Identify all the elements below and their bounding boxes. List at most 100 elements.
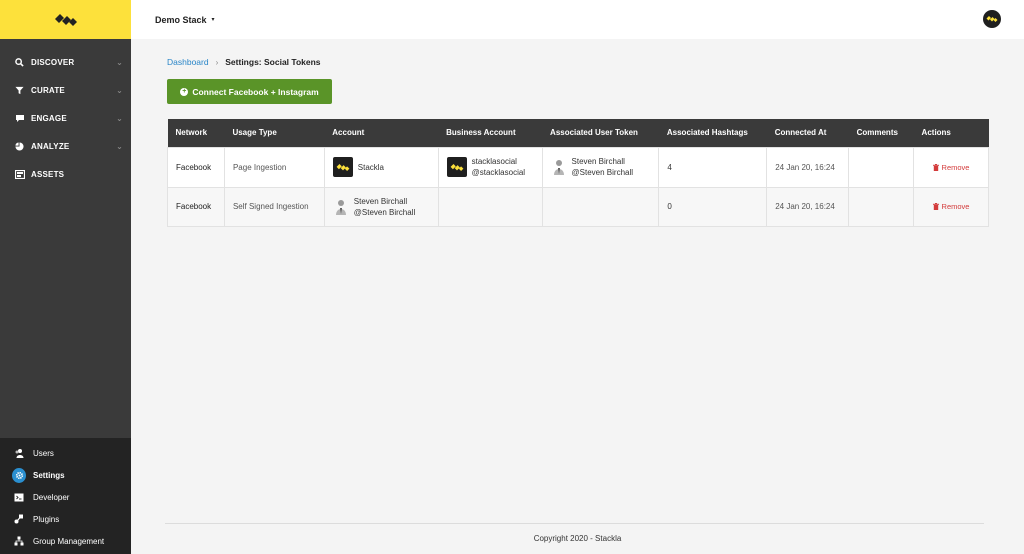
table-row: Facebook Self Signed Ingestion Steven Bi…: [167, 186, 989, 227]
main-content: Dashboard › Settings: Social Tokens + Co…: [167, 39, 989, 227]
nav-label: ANALYZE: [31, 141, 70, 151]
stackla-logo-icon: [446, 157, 467, 177]
remove-label: Remove: [941, 202, 970, 211]
cell-hashtags: 0: [658, 186, 768, 227]
cell-connected-at: 24 Jan 20, 16:24: [766, 146, 850, 188]
column-header-user-token: Associated User Token: [542, 119, 659, 147]
nav-label: ENGAGE: [31, 113, 67, 123]
plus-circle-icon: +: [180, 87, 189, 96]
column-header-business-account: Business Account: [438, 119, 543, 147]
cell-comments: [848, 186, 915, 227]
footer-copyright: Copyright 2020 - Stackla: [533, 534, 622, 543]
cell-connected-at: 24 Jan 20, 16:24: [766, 186, 850, 227]
account-name: Steven Birchall: [353, 196, 408, 206]
sidebar-settings-nav: Users Settings Developer Plugins Group M…: [0, 438, 131, 554]
stack-selector[interactable]: Demo Stack ▾: [155, 15, 215, 25]
sidebar-item-plugins[interactable]: Plugins: [0, 508, 131, 530]
breadcrumb-dashboard-link[interactable]: Dashboard: [167, 57, 209, 67]
sidebar-item-label: Users: [33, 448, 54, 458]
sidebar-item-label: Settings: [33, 470, 65, 480]
business-account-handle: @stacklasocial: [471, 168, 526, 177]
breadcrumb-separator: ›: [215, 57, 219, 67]
table-header-row: Network Usage Type Account Business Acco…: [167, 119, 989, 147]
chevron-down-icon: ⌄: [116, 113, 123, 123]
top-bar: Demo Stack ▾: [131, 0, 1024, 39]
nav-label: ASSETS: [31, 169, 65, 179]
nav-label: DISCOVER: [31, 57, 75, 67]
breadcrumb: Dashboard › Settings: Social Tokens: [167, 57, 989, 67]
nav-item-engage[interactable]: ENGAGE ⌄: [0, 104, 131, 132]
page-title: Settings: Social Tokens: [225, 57, 321, 67]
sidebar-item-users[interactable]: Users: [0, 442, 131, 464]
trash-icon: [932, 203, 939, 210]
business-account-name: stacklasocial: [471, 157, 517, 166]
sidebar-item-settings[interactable]: Settings: [0, 464, 131, 486]
connect-button-label: Connect Facebook + Instagram: [192, 86, 319, 97]
nav-item-curate[interactable]: CURATE ⌄: [0, 76, 131, 104]
plugin-icon: [12, 512, 26, 526]
nav-item-discover[interactable]: DISCOVER ⌄: [0, 48, 131, 76]
chat-icon: [14, 113, 25, 124]
cell-usage-type: Page Ingestion: [223, 146, 325, 188]
sidebar-item-group-management[interactable]: Group Management: [0, 530, 131, 552]
cell-comments: [848, 146, 915, 188]
search-icon: [14, 57, 25, 68]
sidebar-item-developer[interactable]: Developer: [0, 486, 131, 508]
cell-hashtags: 4: [658, 146, 768, 188]
cell-account: Steven Birchall @Steven Birchall: [323, 186, 439, 227]
column-header-actions: Actions: [913, 119, 989, 147]
remove-label: Remove: [941, 162, 970, 172]
hierarchy-icon: [12, 534, 26, 548]
logo[interactable]: [0, 0, 131, 39]
chevron-down-icon: ⌄: [116, 141, 123, 151]
cell-user-token: [541, 186, 660, 227]
cell-actions: Remove: [913, 186, 989, 227]
main-nav: DISCOVER ⌄ CURATE ⌄ ENGAGE ⌄ ANALYZE ⌄ A…: [0, 39, 131, 188]
cell-actions: Remove: [913, 146, 989, 188]
sidebar-item-label: Plugins: [33, 514, 60, 524]
person-avatar-icon: [333, 197, 349, 217]
stackla-logo-icon: [54, 13, 77, 26]
stackla-logo-icon: [332, 157, 353, 177]
table-row: Facebook Page Ingestion Stackla stacklas…: [167, 146, 989, 188]
column-header-connected-at: Connected At: [766, 119, 849, 147]
cell-business-account: stacklasocial @stacklasocial: [437, 146, 543, 188]
stack-name: Demo Stack: [155, 14, 207, 25]
column-header-comments: Comments: [848, 119, 914, 147]
cell-network: Facebook: [167, 186, 225, 227]
pie-chart-icon: [14, 141, 25, 152]
connect-facebook-instagram-button[interactable]: + Connect Facebook + Instagram: [167, 79, 332, 104]
image-icon: [14, 169, 25, 180]
nav-item-analyze[interactable]: ANALYZE ⌄: [0, 132, 131, 160]
user-avatar[interactable]: [983, 10, 1001, 28]
social-tokens-table: Network Usage Type Account Business Acco…: [167, 119, 989, 227]
sidebar: DISCOVER ⌄ CURATE ⌄ ENGAGE ⌄ ANALYZE ⌄ A…: [0, 0, 131, 554]
nav-item-assets[interactable]: ASSETS: [0, 160, 131, 188]
remove-button[interactable]: Remove: [914, 202, 988, 211]
account-name: Stackla: [357, 162, 384, 172]
caret-down-icon: ▾: [211, 17, 215, 23]
stackla-logo-icon: [986, 16, 998, 22]
cell-network: Facebook: [167, 146, 225, 188]
remove-button[interactable]: Remove: [914, 163, 988, 172]
chevron-down-icon: ⌄: [116, 85, 123, 95]
person-avatar-icon: [551, 157, 567, 177]
code-icon: [12, 490, 26, 504]
sidebar-item-label: Developer: [33, 492, 70, 502]
filter-icon: [14, 85, 25, 96]
nav-label: CURATE: [31, 85, 65, 95]
gear-icon: [12, 467, 26, 483]
chevron-down-icon: ⌄: [116, 57, 123, 67]
column-header-usage-type: Usage Type: [224, 119, 325, 147]
users-icon: [12, 446, 26, 460]
cell-business-account: [437, 186, 543, 227]
column-header-network: Network: [167, 119, 225, 147]
column-header-hashtags: Associated Hashtags: [658, 119, 767, 147]
footer-divider: [165, 523, 984, 524]
user-token-name: Steven Birchall: [571, 157, 625, 166]
account-handle: @Steven Birchall: [353, 207, 416, 217]
cell-usage-type: Self Signed Ingestion: [223, 186, 325, 227]
cell-user-token: Steven Birchall @Steven Birchall: [541, 146, 660, 188]
sidebar-item-label: Group Management: [33, 536, 105, 546]
trash-icon: [932, 163, 939, 171]
